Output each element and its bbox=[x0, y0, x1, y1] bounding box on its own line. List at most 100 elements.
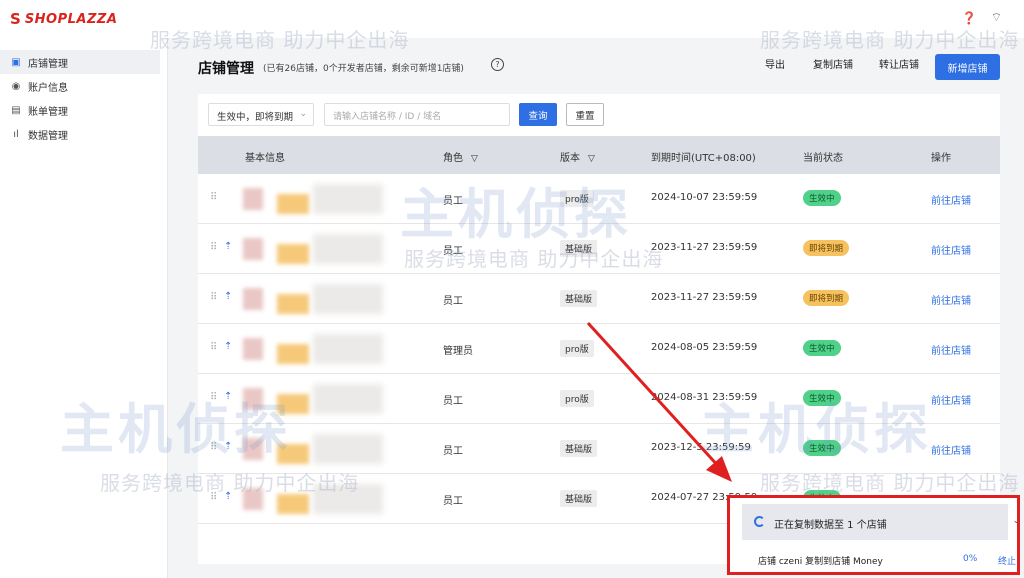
help-circle-icon[interactable]: ? bbox=[491, 58, 504, 71]
bill-icon: ▤ bbox=[11, 104, 21, 116]
expire-time-cell: 2024-08-05 23:59:59 bbox=[651, 342, 758, 353]
status-badge: 即将到期 bbox=[803, 290, 850, 306]
store-basic-info-blurred bbox=[243, 430, 393, 468]
status-badge: 即将到期 bbox=[803, 240, 850, 256]
table-row: ⠿ ⇡ 管理员 pro版 2024-08-05 23:59:59 生效中 前往店铺 bbox=[198, 324, 1000, 374]
column-header-label: 版本 bbox=[560, 153, 580, 164]
column-header-role[interactable]: 角色 ▽ bbox=[443, 149, 478, 164]
version-badge: pro版 bbox=[560, 390, 594, 407]
expire-time-cell: 2024-08-31 23:59:59 bbox=[651, 392, 758, 403]
expire-time-cell: 2023-11-27 23:59:59 bbox=[651, 292, 758, 303]
copy-task-detail: 店铺 czeni 复制到店铺 Money bbox=[758, 557, 883, 567]
go-to-store-link[interactable]: 前往店铺 bbox=[931, 342, 971, 357]
table-row: ⠿ ⇡ 员工 基础版 2023-11-27 23:59:59 即将到期 前往店铺 bbox=[198, 274, 1000, 324]
top-bar: S SHOPLAZZA ❓ ⌔ bbox=[0, 0, 1024, 38]
pin-top-icon[interactable]: ⇡ bbox=[224, 491, 232, 502]
store-basic-info-blurred bbox=[243, 180, 393, 218]
role-cell: 员工 bbox=[443, 496, 463, 507]
loading-spinner-icon bbox=[754, 516, 765, 527]
drag-handle-icon[interactable]: ⠿ bbox=[210, 242, 217, 253]
chevron-down-icon: ⌄ bbox=[299, 109, 307, 119]
export-button[interactable]: 导出 bbox=[765, 56, 785, 71]
copy-progress-popup: 正在复制数据至 1 个店铺 ⌄ 店铺 czeni 复制到店铺 Money 0% … bbox=[727, 495, 1020, 575]
expire-time-cell: 2023-12-5 23:59:59 bbox=[651, 442, 751, 453]
pin-top-icon[interactable]: ⇡ bbox=[224, 441, 232, 452]
role-cell: 员工 bbox=[443, 296, 463, 307]
column-header: 到期时间(UTC+08:00) bbox=[651, 153, 756, 164]
sidebar-item-label: 账户信息 bbox=[28, 82, 68, 94]
status-badge: 生效中 bbox=[803, 190, 841, 206]
table-row: ⠿ ⇡ 员工 基础版 2023-11-27 23:59:59 即将到期 前往店铺 bbox=[198, 224, 1000, 274]
column-header: 基本信息 bbox=[245, 153, 285, 164]
expire-time-cell: 2023-11-27 23:59:59 bbox=[651, 242, 758, 253]
status-filter-select[interactable]: 生效中，即将到期 ⌄ bbox=[208, 103, 314, 126]
search-input[interactable]: 请输入店铺名称 / ID / 域名 bbox=[324, 103, 510, 126]
table-row: ⠿ 员工 pro版 2024-10-07 23:59:59 生效中 前往店铺 bbox=[198, 174, 1000, 224]
store-basic-info-blurred bbox=[243, 330, 393, 368]
role-cell: 员工 bbox=[443, 396, 463, 407]
chart-icon: ıl bbox=[13, 128, 19, 140]
version-badge: 基础版 bbox=[560, 240, 598, 257]
store-basic-info-blurred bbox=[243, 480, 393, 518]
drag-handle-icon[interactable]: ⠿ bbox=[210, 192, 217, 203]
go-to-store-link[interactable]: 前往店铺 bbox=[931, 192, 971, 207]
chevron-down-icon[interactable]: ⌄ bbox=[1012, 516, 1020, 526]
go-to-store-link[interactable]: 前往店铺 bbox=[931, 392, 971, 407]
version-badge: 基础版 bbox=[560, 290, 598, 307]
sidebar-item-data[interactable]: ıl 数据管理 bbox=[0, 122, 167, 146]
new-store-button[interactable]: 新增店铺 bbox=[935, 54, 1000, 80]
sidebar-item-account[interactable]: ◉ 账户信息 bbox=[0, 74, 167, 98]
help-icon[interactable]: ❓ bbox=[962, 11, 977, 25]
expire-time-cell: 2024-10-07 23:59:59 bbox=[651, 192, 758, 203]
logo-text: SHOPLAZZA bbox=[24, 11, 118, 27]
popup-title: 正在复制数据至 1 个店铺 bbox=[774, 520, 887, 531]
go-to-store-link[interactable]: 前往店铺 bbox=[931, 292, 971, 307]
store-basic-info-blurred bbox=[243, 230, 393, 268]
pin-top-icon[interactable]: ⇡ bbox=[224, 391, 232, 402]
role-cell: 员工 bbox=[443, 246, 463, 257]
sidebar-item-label: 账单管理 bbox=[28, 106, 68, 118]
store-basic-info-blurred bbox=[243, 380, 393, 418]
column-header-label: 角色 bbox=[443, 153, 463, 164]
query-button[interactable]: 查询 bbox=[519, 103, 557, 126]
version-badge: pro版 bbox=[560, 190, 594, 207]
filter-icon[interactable]: ▽ bbox=[471, 154, 478, 164]
page-title: 店铺管理 bbox=[198, 61, 254, 77]
transfer-store-button[interactable]: 转让店铺 bbox=[879, 56, 919, 71]
logo-mark: S bbox=[10, 10, 21, 28]
table-header: 基本信息 角色 ▽ 版本 ▽ 到期时间(UTC+08:00) 当前状态 操作 bbox=[198, 136, 1000, 174]
go-to-store-link[interactable]: 前往店铺 bbox=[931, 242, 971, 257]
column-header-version[interactable]: 版本 ▽ bbox=[560, 149, 595, 164]
column-header: 当前状态 bbox=[803, 153, 843, 164]
drag-handle-icon[interactable]: ⠿ bbox=[210, 342, 217, 353]
pin-top-icon[interactable]: ⇡ bbox=[224, 341, 232, 352]
sidebar-item-billing[interactable]: ▤ 账单管理 bbox=[0, 98, 167, 122]
status-badge: 生效中 bbox=[803, 390, 841, 406]
table-row: ⠿ ⇡ 员工 基础版 2023-12-5 23:59:59 生效中 前往店铺 bbox=[198, 424, 1000, 474]
status-filter-value: 生效中，即将到期 bbox=[217, 112, 294, 123]
drag-handle-icon[interactable]: ⠿ bbox=[210, 292, 217, 303]
drag-handle-icon[interactable]: ⠿ bbox=[210, 392, 217, 403]
status-badge: 生效中 bbox=[803, 440, 841, 456]
drag-handle-icon[interactable]: ⠿ bbox=[210, 492, 217, 503]
table-row: ⠿ ⇡ 员工 pro版 2024-08-31 23:59:59 生效中 前往店铺 bbox=[198, 374, 1000, 424]
store-basic-info-blurred bbox=[243, 280, 393, 318]
go-to-store-link[interactable]: 前往店铺 bbox=[931, 442, 971, 457]
copy-store-button[interactable]: 复制店铺 bbox=[813, 56, 853, 71]
filter-icon[interactable]: ▽ bbox=[588, 154, 595, 164]
version-badge: pro版 bbox=[560, 340, 594, 357]
sidebar-item-stores[interactable]: ▣ 店铺管理 bbox=[0, 50, 160, 74]
pin-top-icon[interactable]: ⇡ bbox=[224, 291, 232, 302]
sidebar-item-label: 数据管理 bbox=[28, 130, 68, 142]
wifi-icon[interactable]: ⌔ bbox=[991, 10, 1002, 25]
role-cell: 员工 bbox=[443, 196, 463, 207]
pin-top-icon[interactable]: ⇡ bbox=[224, 241, 232, 252]
shoplazza-logo[interactable]: S SHOPLAZZA bbox=[10, 10, 117, 28]
page-header: 店铺管理 (已有26店铺，0个开发者店铺，剩余可新增1店铺) ? 导出 复制店铺… bbox=[168, 38, 1024, 94]
popup-header[interactable]: 正在复制数据至 1 个店铺 ⌄ bbox=[742, 504, 1020, 540]
store-icon: ▣ bbox=[11, 56, 21, 68]
stop-copy-link[interactable]: 终止 bbox=[998, 554, 1016, 567]
reset-button[interactable]: 重置 bbox=[566, 103, 604, 126]
sidebar-item-label: 店铺管理 bbox=[28, 58, 68, 70]
drag-handle-icon[interactable]: ⠿ bbox=[210, 442, 217, 453]
